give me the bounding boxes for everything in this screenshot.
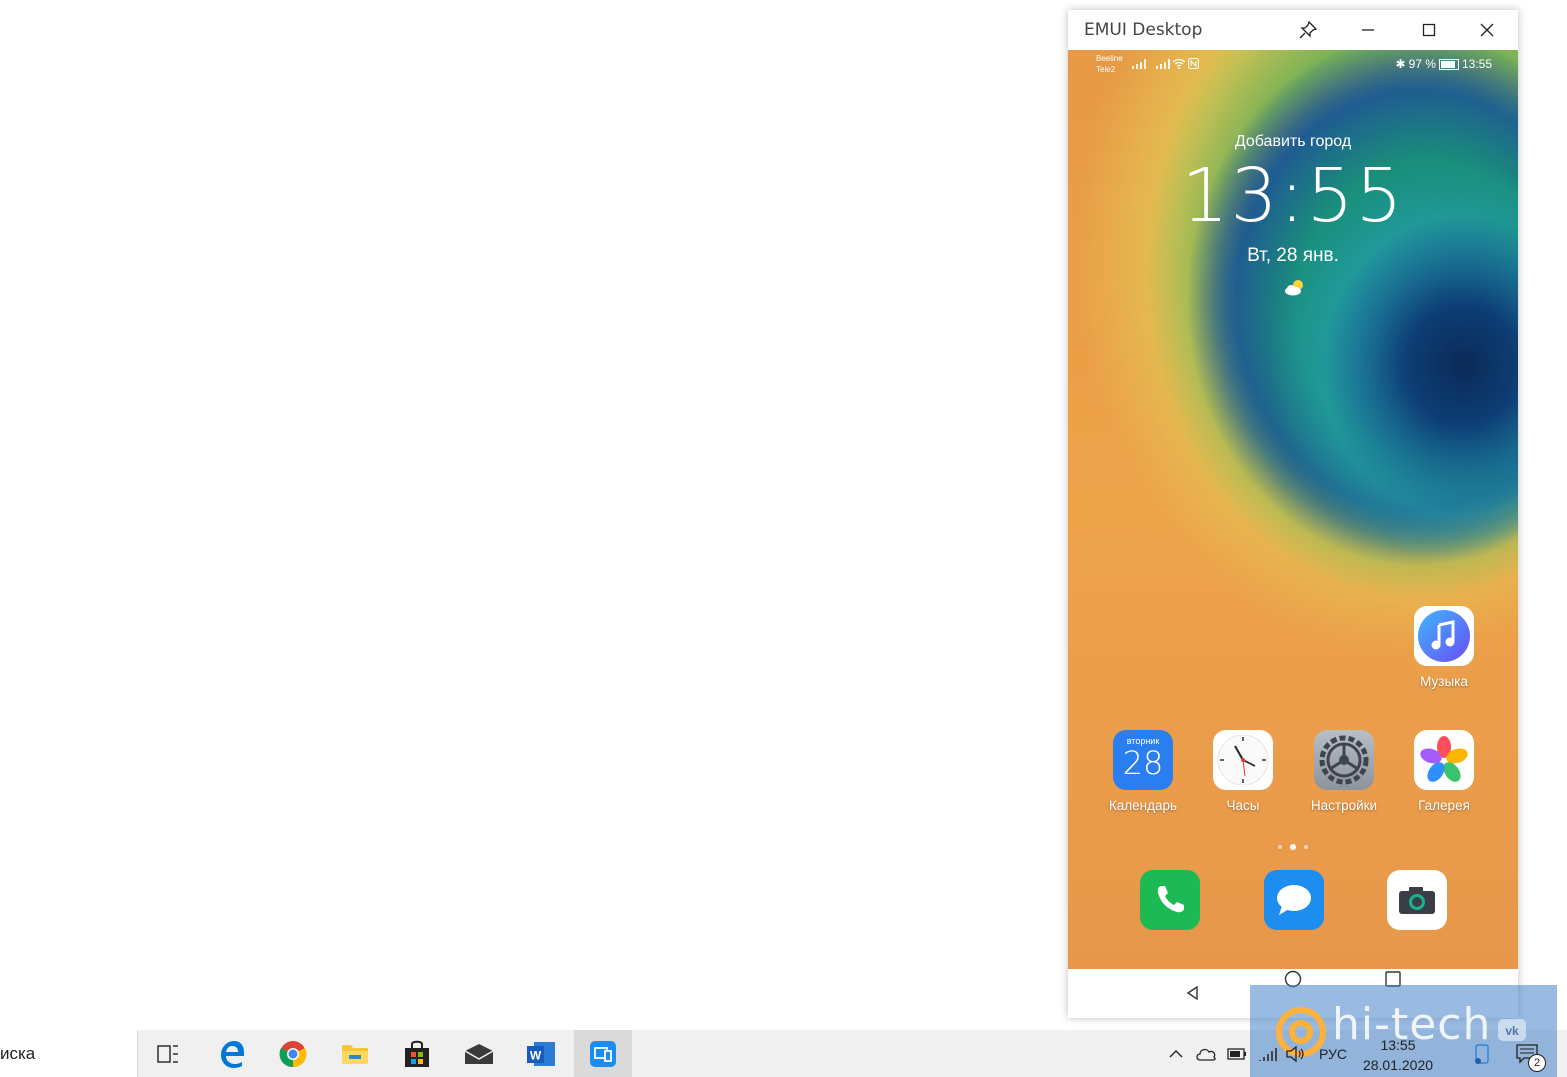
camera-icon [1387,870,1447,930]
dock-messages[interactable] [1244,870,1344,930]
phone-icon [1140,870,1200,930]
close-icon [1480,23,1494,37]
app-gallery[interactable]: Галерея [1394,730,1494,813]
maximize-icon [1422,23,1436,37]
signal-icon-2 [1156,59,1170,69]
svg-text:W: W [530,1048,542,1062]
taskbar-edge[interactable] [203,1030,261,1077]
app-label: Календарь [1108,798,1178,813]
search-placeholder: иска [0,1044,36,1063]
taskbar-search-box[interactable]: иска [0,1030,138,1077]
edge-icon [221,1040,244,1068]
page-indicator [1068,844,1518,850]
cloud-icon [1196,1048,1216,1061]
action-center-button[interactable]: 2 [1512,1030,1546,1077]
phone-small-icon [1475,1043,1489,1064]
chrome-icon [279,1040,307,1067]
emui-desktop-window: EMUI Desktop Beeline Tele2 ✱ 97 % 13:55 … [1068,10,1518,1018]
minimize-icon [1362,29,1374,31]
pin-button[interactable] [1280,10,1336,50]
app-label: Настройки [1310,798,1378,813]
phone-home-screen[interactable]: Beeline Tele2 ✱ 97 % 13:55 Добавить горо… [1068,50,1518,969]
notification-count-badge: 2 [1528,1054,1546,1072]
phone-status-bar: Beeline Tele2 ✱ 97 % 13:55 [1068,50,1518,78]
store-bag-icon [405,1040,429,1067]
task-view-icon [157,1044,178,1063]
app-label: Часы [1226,798,1260,813]
volume-tray-button[interactable] [1284,1030,1308,1077]
wifi-icon [1172,58,1186,69]
status-time: 13:55 [1461,57,1492,71]
window-titlebar[interactable]: EMUI Desktop [1068,10,1518,50]
network-tray-button[interactable] [1256,1030,1280,1077]
clock-face-icon [1217,734,1269,786]
app-settings[interactable]: Настройки [1294,730,1394,813]
gear-icon [1319,735,1369,785]
close-button[interactable] [1459,10,1515,50]
folder-icon [342,1044,368,1064]
app-label: Музыка [1420,674,1468,689]
gallery-app-icon [1414,730,1474,790]
windows-taskbar: иска W hi-tech vk РУС 13:55 28.01.2020 2 [0,985,1567,1077]
app-music[interactable]: Музыка [1394,606,1494,689]
wifi-icon [1259,1047,1277,1061]
bluetooth-icon: ✱ [1395,57,1406,71]
clock-time: 13:55 [1380,1037,1416,1053]
nav-back-button[interactable] [1181,981,1205,1005]
back-triangle-icon [1186,985,1198,1001]
system-clock[interactable]: 13:55 28.01.2020 [1362,1035,1434,1075]
page-dot-active [1290,844,1296,850]
phone-companion-tray-button[interactable] [1470,1030,1494,1077]
carrier-2: Tele2 [1096,65,1116,74]
maximize-button[interactable] [1401,10,1457,50]
taskbar-store[interactable] [388,1030,446,1077]
add-city-link[interactable]: Добавить город [1068,133,1518,151]
battery-icon [1227,1047,1246,1060]
onedrive-tray-button[interactable] [1193,1030,1219,1077]
page-dot [1278,845,1282,849]
clock-date: 28.01.2020 [1362,1057,1434,1073]
input-language[interactable]: РУС [1319,1046,1347,1062]
app-calendar[interactable]: вторник 28 Календарь [1093,730,1193,813]
calendar-day: 28 [1122,744,1164,782]
settings-app-icon [1314,730,1374,790]
weather-partly-cloudy-icon[interactable] [1283,278,1307,298]
music-app-icon [1414,606,1474,666]
pin-icon [1299,21,1317,39]
page-dot [1304,845,1308,849]
signal-icon [1132,59,1146,69]
calendar-app-icon: вторник 28 [1113,730,1173,790]
window-title: EMUI Desktop [1084,20,1203,40]
nfc-icon [1188,58,1199,69]
speaker-icon [1286,1045,1304,1062]
minimize-button[interactable] [1340,10,1396,50]
taskbar-file-explorer[interactable] [326,1030,384,1077]
dock-camera[interactable] [1367,870,1467,930]
carrier-1: Beeline [1096,54,1123,63]
battery-tray-button[interactable] [1224,1030,1250,1077]
taskbar-mail[interactable] [450,1030,508,1077]
battery-icon [1438,58,1459,70]
app-clock[interactable]: Часы [1193,730,1293,813]
task-view-button[interactable] [139,1030,197,1077]
multiscreen-icon [590,1040,616,1067]
home-date: Вт, 28 янв. [1247,245,1339,266]
taskbar-word[interactable]: W [512,1030,570,1077]
battery-percent: 97 % [1408,57,1436,71]
taskbar-chrome[interactable] [264,1030,322,1077]
mail-icon [464,1043,494,1064]
flower-icon [1420,736,1468,782]
home-clock[interactable]: 13:55 [1068,153,1518,239]
app-label: Галерея [1418,798,1470,813]
chevron-up-icon [1169,1049,1183,1057]
taskbar-emui-desktop[interactable] [574,1030,632,1077]
clock-app-icon [1213,730,1273,790]
dock-phone[interactable] [1120,870,1220,930]
music-note-icon [1418,610,1470,662]
carrier-labels: Beeline Tele2 [1096,53,1123,75]
status-right: ✱ 97 % 13:55 [1396,57,1492,71]
word-icon: W [527,1041,555,1066]
messages-icon [1264,870,1324,930]
show-hidden-icons-button[interactable] [1164,1030,1188,1077]
